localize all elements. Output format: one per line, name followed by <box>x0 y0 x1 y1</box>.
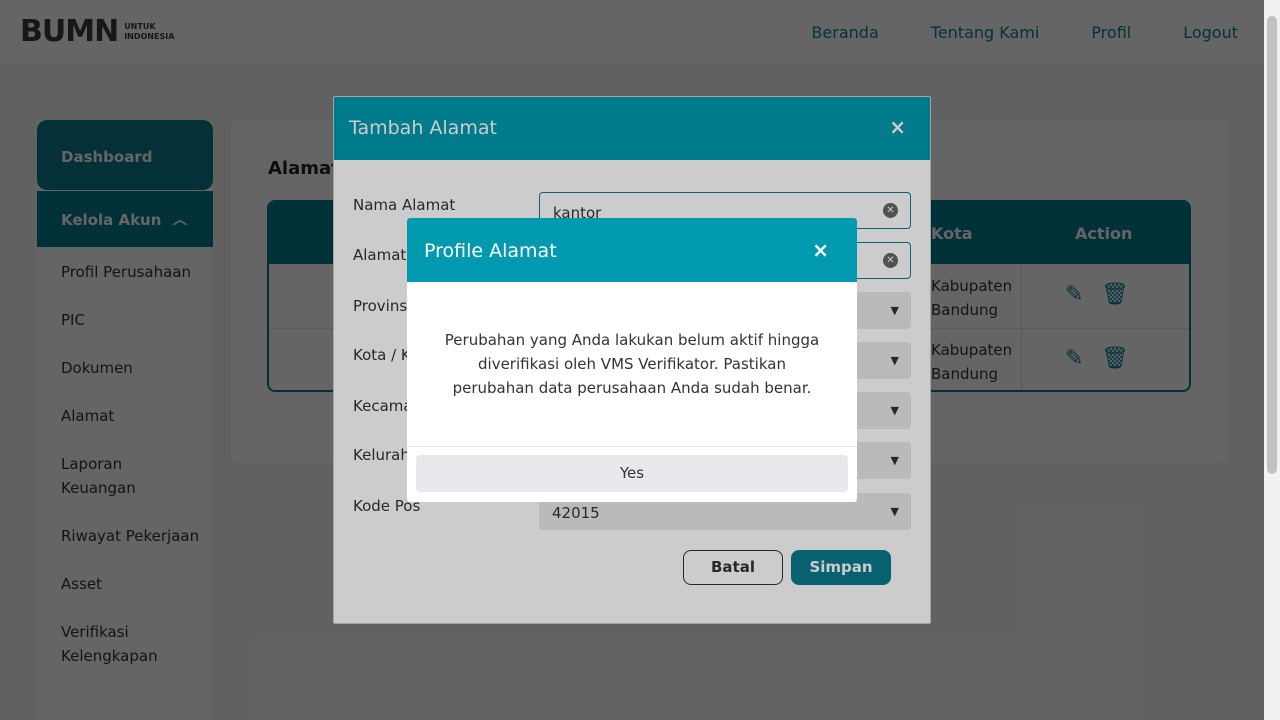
modal-message: Perubahan yang Anda lakukan belum aktif … <box>444 331 820 397</box>
modal-header: Profile Alamat × <box>407 218 857 282</box>
close-icon[interactable]: × <box>812 238 829 262</box>
modal-title: Profile Alamat <box>424 240 557 262</box>
yes-button[interactable]: Yes <box>416 455 848 492</box>
page-scrollbar[interactable] <box>1264 0 1280 720</box>
page: BUMN UNTUK INDONESIA Beranda Tentang Kam… <box>0 0 1264 720</box>
profile-alamat-modal: Profile Alamat × Perubahan yang Anda lak… <box>407 218 857 502</box>
divider <box>407 446 857 447</box>
scrollbar-thumb[interactable] <box>1267 16 1277 474</box>
